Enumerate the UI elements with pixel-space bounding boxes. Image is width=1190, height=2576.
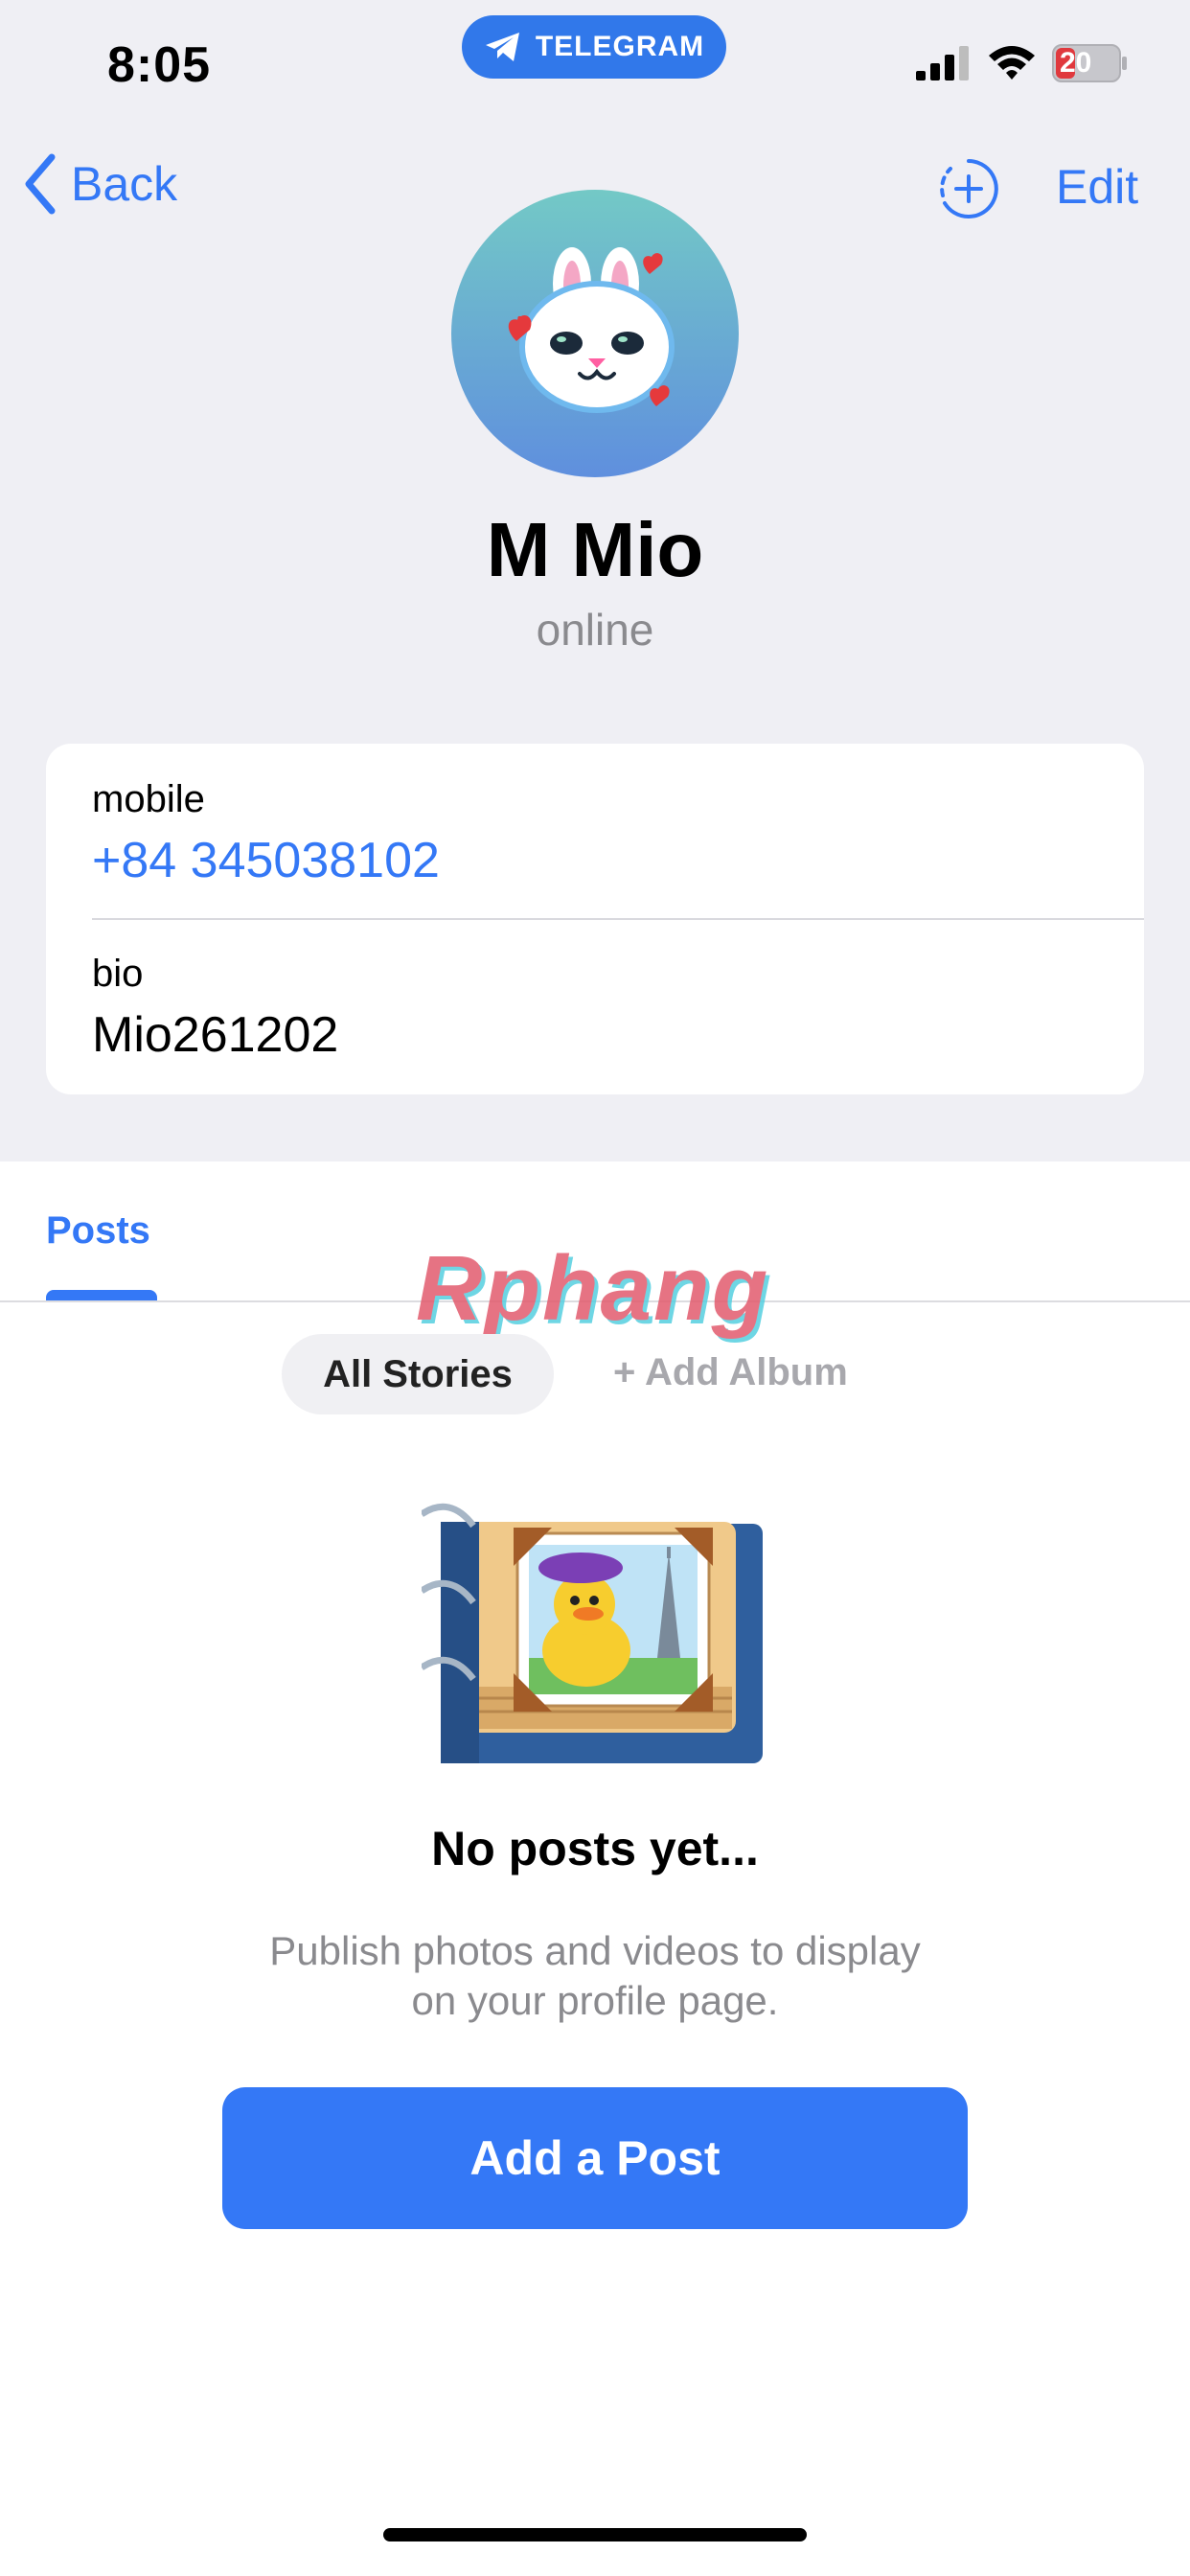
photo-album-duck-icon (422, 1503, 763, 1763)
wifi-icon (989, 46, 1035, 80)
bio-label: bio (92, 953, 144, 995)
telegram-pill[interactable]: TELEGRAM (462, 15, 726, 79)
all-stories-chip[interactable]: All Stories (282, 1334, 554, 1414)
avatar[interactable] (451, 190, 739, 477)
info-card: mobile +84 345038102 bio Mio261202 (46, 744, 1144, 1094)
add-post-button[interactable]: Add a Post (222, 2087, 968, 2229)
home-indicator[interactable] (383, 2528, 807, 2542)
chevron-left-icon (25, 153, 56, 215)
empty-state-description: Publish photos and videos to display on … (269, 1928, 921, 2023)
add-story-icon[interactable] (937, 157, 1000, 220)
bunny-sticker-avatar (508, 247, 675, 413)
mobile-label: mobile (92, 778, 205, 820)
profile-name: M Mio (486, 507, 704, 592)
battery-charging-icon: 20 (1052, 44, 1129, 82)
back-label: Back (71, 157, 178, 211)
battery-level: 20 (1060, 47, 1092, 79)
status-bar: 8:05 TELEGRAM 20 (0, 0, 1190, 134)
profile-status: online (536, 605, 654, 655)
signal-icon (916, 46, 969, 80)
info-divider (92, 918, 1144, 920)
status-time: 8:05 (107, 37, 212, 93)
bio-value: Mio261202 (92, 1007, 339, 1063)
mobile-number-link[interactable]: +84 345038102 (92, 832, 440, 889)
watermark: Rphang (416, 1237, 770, 1340)
tab-posts[interactable]: Posts (46, 1209, 150, 1253)
telegram-pill-label: TELEGRAM (535, 31, 705, 62)
empty-state-title: No posts yet... (431, 1822, 759, 1875)
add-album-button[interactable]: + Add Album (613, 1351, 848, 1394)
edit-button[interactable]: Edit (1056, 159, 1138, 215)
telegram-plane-icon (485, 33, 519, 61)
back-button[interactable]: Back (21, 153, 177, 215)
